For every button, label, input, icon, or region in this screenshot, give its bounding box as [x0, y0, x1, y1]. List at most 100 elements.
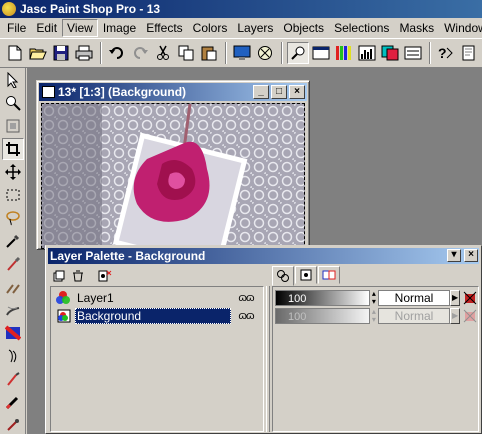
opacity-slider-disabled: 100: [275, 308, 371, 324]
print-preview-icon[interactable]: [458, 42, 480, 64]
help-icon[interactable]: ?: [435, 42, 457, 64]
layer-palette-title-bar[interactable]: Layer Palette - Background ▾ ×: [48, 248, 479, 264]
menu-selections[interactable]: Selections: [329, 19, 394, 37]
color-replacer-icon[interactable]: [2, 299, 24, 321]
menu-objects[interactable]: Objects: [278, 19, 329, 37]
redo-icon[interactable]: [129, 42, 151, 64]
menu-edit[interactable]: Edit: [31, 19, 62, 37]
layer-palette: Layer Palette - Background ▾ × Layer1 ɷɷ: [45, 245, 482, 434]
opacity-spinner[interactable]: ▴ ▾: [370, 290, 378, 306]
zoom-tool-icon[interactable]: [287, 42, 309, 64]
opacity-spinner-disabled: ▴ ▾: [371, 307, 376, 324]
document-icon: [42, 86, 55, 98]
menu-view[interactable]: View: [62, 19, 98, 37]
browse-icon[interactable]: [254, 42, 276, 64]
tab-mask[interactable]: [295, 266, 317, 284]
close-button[interactable]: ×: [464, 249, 478, 262]
image-window-title: 13* [1:3] (Background): [58, 85, 187, 99]
tool-palette: [0, 68, 26, 434]
image-window-title-bar[interactable]: 13* [1:3] (Background) _ □ ×: [39, 83, 307, 101]
paint-shop-pro-icon: [2, 2, 16, 16]
open-folder-icon[interactable]: [27, 42, 49, 64]
menu-bar: File Edit View Image Effects Colors Laye…: [0, 18, 482, 38]
tool-options-icon[interactable]: [402, 42, 424, 64]
layer-properties-panel: 100 ▴ ▾ Normal ▶ 100 ▴ ▾ Normal ▶: [272, 286, 479, 432]
menu-masks[interactable]: Masks: [394, 19, 439, 37]
tab-layer-properties[interactable]: [272, 266, 294, 286]
color-palette-icon[interactable]: [333, 42, 355, 64]
dropper-tool-icon[interactable]: [2, 230, 24, 252]
mask-layer-icon[interactable]: [96, 267, 114, 285]
layer-name[interactable]: Layer1: [75, 290, 231, 306]
layer-property-tabs: [272, 266, 341, 286]
new-file-icon[interactable]: [4, 42, 26, 64]
retouch-tool-icon[interactable]: [2, 322, 24, 344]
image-window: 13* [1:3] (Background) _ □ ×: [36, 80, 310, 250]
app-title-bar: Jasc Paint Shop Pro - 13: [0, 0, 482, 18]
scratch-remover-icon[interactable]: [2, 345, 24, 367]
layer-list: Layer1 ɷɷ Background ɷɷ: [50, 286, 264, 432]
delete-layer-icon[interactable]: [69, 267, 87, 285]
menu-layers[interactable]: Layers: [232, 19, 278, 37]
toolbar-separator: [281, 42, 283, 64]
minimize-button[interactable]: _: [253, 85, 269, 99]
visibility-glasses-icon[interactable]: ɷɷ: [235, 292, 257, 304]
app-title: Jasc Paint Shop Pro - 13: [20, 2, 161, 16]
main-toolbar: ?: [0, 38, 482, 68]
screen-capture-icon[interactable]: [231, 42, 253, 64]
print-icon[interactable]: [73, 42, 95, 64]
tab-layer-groups[interactable]: [318, 266, 340, 284]
palette-splitter[interactable]: [266, 286, 270, 432]
blend-mode-select-disabled: Normal: [377, 308, 451, 324]
menu-image[interactable]: Image: [98, 19, 141, 37]
layer-palette-toggle-icon[interactable]: [379, 42, 401, 64]
undo-icon[interactable]: [106, 42, 128, 64]
rose-photo: [42, 104, 304, 248]
arrow-tool-icon[interactable]: [2, 69, 24, 91]
blend-mode-dropdown-arrow[interactable]: ▶: [450, 290, 460, 306]
histogram-icon[interactable]: [356, 42, 378, 64]
toolbar-separator: [429, 42, 431, 64]
cut-scissors-icon[interactable]: [152, 42, 174, 64]
layer-row[interactable]: Background ɷɷ: [53, 307, 261, 325]
airbrush-tool-icon[interactable]: [2, 414, 24, 434]
menu-colors[interactable]: Colors: [188, 19, 233, 37]
maximize-button[interactable]: □: [271, 85, 287, 99]
visibility-glasses-icon[interactable]: ɷɷ: [235, 310, 257, 322]
copy-icon[interactable]: [175, 42, 197, 64]
menu-window[interactable]: Window: [439, 19, 482, 37]
deform-tool-icon[interactable]: [2, 115, 24, 137]
layer-properties-row: 100 ▴ ▾ Normal ▶: [275, 307, 478, 325]
layer-properties-row: 100 ▴ ▾ Normal ▶: [275, 289, 478, 307]
layer-row[interactable]: Layer1 ɷɷ: [53, 289, 261, 307]
rollup-button[interactable]: ▾: [447, 249, 461, 262]
eraser-tool-icon[interactable]: [2, 368, 24, 390]
new-layer-icon[interactable]: [50, 267, 68, 285]
opacity-slider[interactable]: 100: [275, 290, 371, 306]
layer-name-selected[interactable]: Background: [75, 308, 231, 324]
layer-lock-icon-disabled: [463, 308, 478, 324]
save-disk-icon[interactable]: [50, 42, 72, 64]
menu-file[interactable]: File: [2, 19, 31, 37]
overview-window-icon[interactable]: [310, 42, 332, 64]
image-canvas[interactable]: [41, 103, 305, 249]
clone-brush-icon[interactable]: [2, 276, 24, 298]
picture-tube-icon[interactable]: [2, 391, 24, 413]
blend-mode-dropdown-arrow-disabled: ▶: [450, 308, 460, 324]
blend-mode-select[interactable]: Normal: [377, 290, 451, 306]
layer-rgb-icon: [56, 291, 70, 304]
layer-toolbar: [50, 266, 115, 286]
svg-text:?: ?: [438, 45, 447, 61]
toolbar-separator: [225, 42, 227, 64]
zoom-tool-icon[interactable]: [2, 92, 24, 114]
mover-tool-icon[interactable]: [2, 161, 24, 183]
background-layer-icon: [57, 309, 71, 323]
layer-lock-icon[interactable]: [463, 290, 478, 306]
close-button[interactable]: ×: [289, 85, 305, 99]
paintbrush-tool-icon[interactable]: [2, 253, 24, 275]
paste-clipboard-icon[interactable]: [198, 42, 220, 64]
menu-effects[interactable]: Effects: [141, 19, 187, 37]
lasso-tool-icon[interactable]: [2, 207, 24, 229]
crop-tool-icon[interactable]: [2, 138, 24, 160]
selection-tool-icon[interactable]: [2, 184, 24, 206]
